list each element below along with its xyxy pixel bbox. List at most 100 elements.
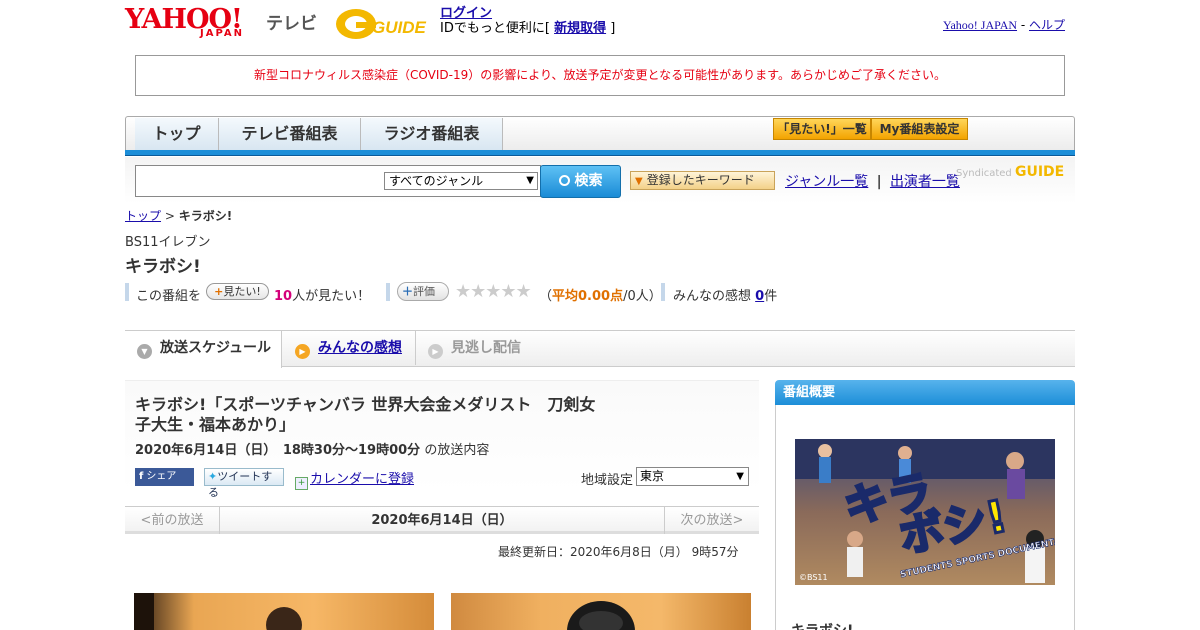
tab-schedule-label: 放送スケジュール (160, 340, 272, 356)
login-block: ログイン IDでもっと便利に[ 新規取得 ] (440, 6, 615, 36)
breadcrumb: トップ > キラボシ! (125, 207, 232, 224)
registered-keyword-label: 登録したキーワード (646, 173, 755, 187)
chevron-down-icon: ▼ (137, 344, 152, 359)
play-icon: ▶ (428, 344, 443, 359)
key-visual-credit: ©BS11 (799, 573, 828, 582)
program-key-visual: キラ ボシ! STUDENTS SPORTS DOCUMENTARY ©BS11 (795, 439, 1055, 585)
search-links-sep: | (876, 174, 882, 190)
episode-photo-2 (451, 593, 751, 630)
genre-select-value: すべてのジャンル (389, 174, 484, 188)
divider-bar (386, 283, 390, 301)
search-button[interactable]: 検索 (540, 165, 621, 198)
login-link[interactable]: ログイン (440, 6, 492, 21)
chevron-down-icon: ▼ (526, 175, 534, 186)
facebook-icon: f (139, 471, 144, 482)
breadcrumb-top-link[interactable]: トップ (125, 209, 161, 223)
gguide-logo[interactable]: GUIDE (334, 6, 432, 40)
breadcrumb-sep: > (164, 209, 175, 223)
syndicated-gguide-badge: Syndicated GUIDE (956, 164, 1064, 180)
episode-date-suffix: の放送内容 (424, 443, 490, 458)
nav-tab-top[interactable]: トップ (135, 118, 219, 150)
last-updated: 最終更新日：2020年6月8日（月） 9時57分 (498, 545, 739, 559)
twitter-icon: ✦ (208, 470, 218, 483)
header-links: Yahoo! JAPAN - ヘルプ (943, 16, 1065, 33)
rate-button[interactable]: ＋評価 (397, 282, 449, 301)
tab-reviews-label: みんなの感想 (318, 340, 402, 356)
tab-replay-label: 見逃し配信 (451, 340, 521, 356)
episode-title: キラボシ!「スポーツチャンバラ 世界大会金メダリスト 刀剣女子大生・福本あかり」 (135, 395, 596, 434)
header-links-sep: - (1017, 18, 1029, 32)
current-broadcast-date: 2020年6月14日（日） (371, 513, 513, 528)
page-title: キラボシ! (125, 257, 201, 277)
region-select[interactable]: 東京 ▼ (636, 467, 749, 486)
overview-program-title: キラボシ! (791, 620, 853, 630)
program-overview-heading: 番組概要 (775, 380, 1075, 405)
syndicated-label: Syndicated (956, 168, 1012, 179)
mitai-list-button[interactable]: 「見たい!」一覧 (773, 118, 871, 140)
id-text-pre: IDでもっと便利に[ (440, 21, 550, 36)
play-icon: ▶ (295, 344, 310, 359)
nav-accent-bar (125, 150, 1075, 156)
region-label: 地域設定 (581, 473, 634, 488)
reviews-label: みんなの感想 (673, 289, 752, 304)
calendar-register[interactable]: + カレンダーに登録 (295, 468, 414, 490)
tab-replay[interactable]: ▶ 見逃し配信 (415, 331, 521, 365)
divider-bar (661, 283, 665, 301)
facebook-share-label: シェア (146, 471, 177, 482)
nav-tab-tv[interactable]: テレビ番組表 (219, 118, 361, 150)
average-rating: （平均0.00点/0人） (539, 285, 662, 304)
episode-date: 2020年6月14日（日） 18時30分～19時00分 (135, 443, 421, 458)
breadcrumb-current: キラボシ! (178, 209, 233, 223)
station-name: BS11イレブン (125, 235, 211, 250)
episode-photo-1 (134, 593, 434, 630)
my-program-settings-button[interactable]: My番組表設定 (871, 118, 968, 140)
reviews-count: みんなの感想 0件 (673, 285, 777, 304)
tweet-label: ツイートする (208, 470, 273, 499)
calendar-icon: + (295, 477, 308, 490)
search-links: ジャンル一覧 | 出演者一覧 (785, 171, 960, 191)
rate-button-label: 評価 (413, 285, 435, 298)
divider-bar (125, 283, 129, 301)
genre-list-link[interactable]: ジャンル一覧 (785, 174, 868, 190)
avg-score: 平均0.00点 (552, 289, 624, 304)
performer-list-link[interactable]: 出演者一覧 (890, 174, 960, 190)
reviews-unit: 件 (764, 289, 778, 304)
svg-text:GUIDE: GUIDE (372, 18, 427, 37)
chevron-down-icon: ▼ (736, 471, 744, 482)
yahoo-japan-link[interactable]: Yahoo! JAPAN (943, 18, 1017, 32)
prev-broadcast-link[interactable]: <前の放送 (125, 507, 220, 534)
registered-keyword-button[interactable]: ▼ 登録したキーワード (630, 171, 775, 190)
genre-select[interactable]: すべてのジャンル ▼ (384, 172, 538, 190)
tweet-button[interactable]: ✦ツイートする (204, 468, 284, 499)
signup-link[interactable]: 新規取得 (554, 21, 606, 36)
avg-rest: /0人） (623, 289, 662, 304)
mitai-button[interactable]: +見たい! (206, 283, 269, 300)
help-link[interactable]: ヘルプ (1029, 18, 1065, 32)
nav-tab-radio[interactable]: ラジオ番組表 (361, 118, 503, 150)
search-icon (558, 175, 570, 186)
tv-logo-text: テレビ (266, 14, 317, 34)
star-rating[interactable]: ★★★★★ (455, 281, 532, 302)
search-button-label: 検索 (574, 173, 603, 189)
reviews-count-link[interactable]: 0 (755, 289, 764, 304)
id-text-post: ] (610, 21, 616, 36)
plus-icon: + (214, 285, 224, 298)
synd-gguide-logo: GUIDE (1014, 164, 1065, 180)
mitai-prefix: この番組を (136, 289, 202, 304)
facebook-share-button[interactable]: f シェア (135, 468, 194, 486)
mitai-count-text: 10人が見たい！ (274, 285, 370, 304)
plus-icon: ＋ (402, 285, 413, 298)
calendar-register-link[interactable]: カレンダーに登録 (310, 472, 414, 487)
mitai-count: 10 (274, 289, 293, 304)
triangle-down-icon: ▼ (635, 176, 643, 187)
avg-open: （ (539, 289, 553, 304)
next-broadcast-link[interactable]: 次の放送> (664, 507, 759, 534)
tab-reviews[interactable]: ▶ みんなの感想 (283, 331, 402, 365)
region-select-value: 東京 (640, 469, 665, 483)
mitai-suffix: 人が見たい！ (292, 289, 371, 304)
mitai-button-label: 見たい! (223, 285, 261, 298)
tab-schedule[interactable]: ▼ 放送スケジュール (125, 331, 282, 368)
yahoo-japan-logo-text: JAPAN (200, 28, 244, 39)
covid-notice: 新型コロナウィルス感染症（COVID-19）の影響により、放送予定が変更となる可… (135, 55, 1065, 96)
episode-datetime: 2020年6月14日（日） 18時30分～19時00分 の放送内容 (135, 439, 489, 458)
